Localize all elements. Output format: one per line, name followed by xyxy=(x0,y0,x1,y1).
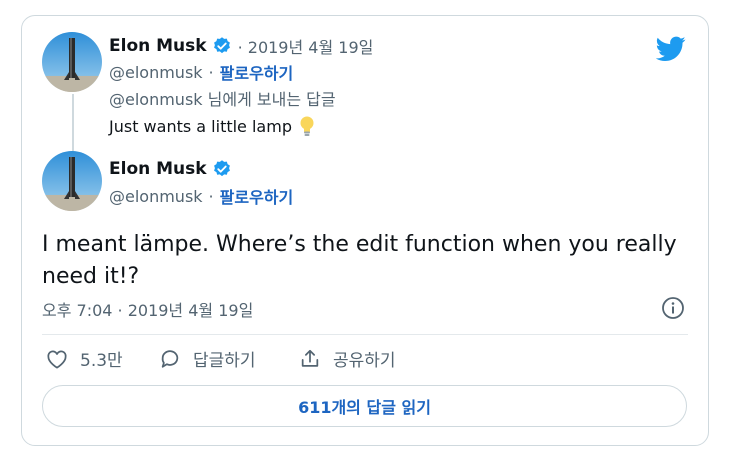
parent-date[interactable]: · 2019년 4월 19일 xyxy=(238,34,374,58)
thread-connector-line xyxy=(72,94,74,152)
rocket-avatar-image xyxy=(42,32,102,92)
share-icon xyxy=(301,349,319,367)
parent-handle[interactable]: @elonmusk xyxy=(109,63,203,82)
rocket-avatar-image xyxy=(42,151,102,211)
main-follow-link[interactable]: 팔로우하기 xyxy=(220,184,294,208)
parent-handle-row: @elonmusk · 팔로우하기 xyxy=(109,60,293,84)
read-replies-button[interactable]: 611개의 답글 읽기 xyxy=(42,385,687,427)
parent-follow-link[interactable]: 팔로우하기 xyxy=(220,60,294,84)
verified-badge-icon xyxy=(213,160,230,177)
separator-dot: · xyxy=(208,186,214,206)
embedded-tweet-card: Elon Musk · 2019년 4월 19일 @elonmusk · 팔로우… xyxy=(21,15,709,446)
share-button[interactable]: 공유하기 xyxy=(299,346,396,371)
divider xyxy=(42,334,688,335)
main-author-row: Elon Musk xyxy=(109,159,232,179)
main-tweet-text: I meant lämpe. Where’s the edit function… xyxy=(42,232,677,289)
parent-author-name[interactable]: Elon Musk xyxy=(109,36,207,56)
parent-tweet-text: Just wants a little lamp xyxy=(109,116,292,136)
separator-dot: · xyxy=(208,62,214,82)
parent-avatar[interactable] xyxy=(42,32,102,92)
speech-bubble-icon xyxy=(161,349,179,368)
replying-to-text: @elonmusk 님에게 보내는 답글 xyxy=(109,90,336,109)
main-handle[interactable]: @elonmusk xyxy=(109,187,203,206)
parent-tweet-text-row: Just wants a little lamp xyxy=(109,115,316,137)
parent-author-row: Elon Musk · 2019년 4월 19일 xyxy=(109,34,373,58)
main-author-name[interactable]: Elon Musk xyxy=(109,159,207,179)
light-bulb-icon xyxy=(300,116,314,136)
heart-icon xyxy=(47,350,67,368)
twitter-bird-icon[interactable] xyxy=(656,36,686,62)
reply-button[interactable]: 답글하기 xyxy=(159,346,256,371)
info-icon[interactable] xyxy=(661,296,685,320)
main-handle-row: @elonmusk · 팔로우하기 xyxy=(109,184,293,208)
like-count: 5.3만 xyxy=(80,351,123,371)
reply-label: 답글하기 xyxy=(193,351,256,371)
main-avatar[interactable] xyxy=(42,151,102,211)
verified-badge-icon xyxy=(213,37,230,54)
like-button[interactable]: 5.3만 xyxy=(46,346,123,371)
share-label: 공유하기 xyxy=(333,351,396,371)
read-replies-label: 611개의 답글 읽기 xyxy=(298,398,431,417)
tweet-timestamp[interactable]: 오후 7:04 · 2019년 4월 19일 xyxy=(42,297,253,321)
